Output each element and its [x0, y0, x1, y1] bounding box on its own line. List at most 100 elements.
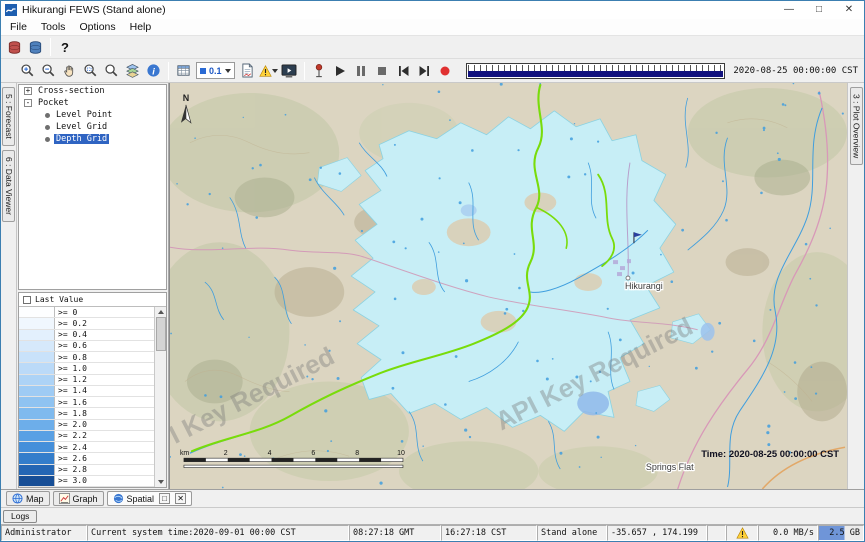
stop-button[interactable]: [372, 61, 393, 81]
legend-row: >= 1.2: [19, 375, 154, 386]
tree-row[interactable]: + Cross-section: [19, 85, 166, 97]
status-memory[interactable]: 2.5 GB: [818, 525, 864, 541]
zoom-in-button[interactable]: [17, 61, 38, 81]
legend-list: >= 0 >= 0.2 >= 0.4 >= 0.6 >= 0.8 >= 1.0 …: [19, 307, 154, 487]
menu-file[interactable]: File: [3, 19, 34, 35]
local-database-button[interactable]: [25, 37, 46, 57]
help-button[interactable]: ?: [55, 40, 75, 55]
pause-button[interactable]: [351, 61, 372, 81]
legend-row: >= 1.6: [19, 397, 154, 408]
close-button[interactable]: ✕: [834, 1, 864, 19]
legend-swatch: [19, 408, 55, 418]
record-button[interactable]: [435, 61, 456, 81]
right-dock-strip: 3 : Plot Overview: [847, 83, 864, 489]
layer-tree[interactable]: + Cross-section - Pocket Level Point Lev…: [18, 84, 167, 290]
legend-scrollbar[interactable]: [154, 307, 166, 487]
info-button[interactable]: i: [143, 61, 164, 81]
status-warning[interactable]: [726, 525, 758, 541]
bottom-tab-bar: Map Graph Spatial □ ✕: [1, 489, 864, 507]
zoom-rectangle-button[interactable]: [80, 61, 101, 81]
report-button[interactable]: [237, 61, 258, 81]
tab-spatial[interactable]: Spatial □ ✕: [107, 491, 193, 506]
menu-help[interactable]: Help: [123, 19, 159, 35]
tree-item-level-point[interactable]: Level Point: [54, 110, 114, 120]
legend-swatch: [19, 307, 55, 317]
legend-swatch: [19, 465, 55, 475]
title-bar[interactable]: Hikurangi FEWS (Stand alone) — □ ✕: [1, 1, 864, 19]
status-local-time: 16:27:18 CST: [441, 525, 537, 541]
scroll-up-icon[interactable]: [158, 310, 164, 314]
tab-forecast[interactable]: 5 : Forecast: [2, 87, 15, 146]
zoom-in-icon: [20, 63, 35, 78]
minimize-button[interactable]: —: [774, 1, 804, 19]
animation-display-button[interactable]: [279, 61, 300, 81]
tab-plot-overview[interactable]: 3 : Plot Overview: [850, 87, 863, 165]
legend-title: Last Value: [35, 295, 83, 304]
forecast-database-button[interactable]: [4, 37, 25, 57]
tree-row[interactable]: Level Point: [19, 109, 166, 121]
record-icon: [439, 65, 451, 77]
app-window: Hikurangi FEWS (Stand alone) — □ ✕ File …: [0, 0, 865, 542]
legend-swatch: [19, 431, 55, 441]
legend-row: >= 2.4: [19, 442, 154, 453]
layers-button[interactable]: [122, 61, 143, 81]
skip-to-start-button[interactable]: [393, 61, 414, 81]
restore-panel-button[interactable]: □: [159, 493, 170, 504]
status-spacer: [707, 525, 726, 541]
logs-button[interactable]: Logs: [3, 510, 37, 523]
maximize-button[interactable]: □: [804, 1, 834, 19]
legend-header: Last Value: [19, 293, 166, 307]
legend-row: >= 0.6: [19, 341, 154, 352]
zoom-rectangle-icon: [83, 63, 98, 78]
tree-row[interactable]: Depth Grid: [19, 133, 166, 145]
tab-graph[interactable]: Graph: [53, 491, 104, 506]
tree-item-depth-grid[interactable]: Depth Grid: [54, 134, 109, 144]
legend-label: >= 1.6: [55, 397, 87, 407]
tree-item-cross-section[interactable]: Cross-section: [36, 86, 107, 96]
scroll-down-icon[interactable]: [158, 480, 164, 484]
menu-options[interactable]: Options: [72, 19, 122, 35]
zoom-extent-button[interactable]: [101, 61, 122, 81]
logs-bar: Logs: [1, 507, 864, 524]
tree-item-pocket[interactable]: Pocket: [36, 98, 71, 108]
legend-label: >= 1.2: [55, 375, 87, 385]
map-canvas[interactable]: API Key Required API Key Required Hikura…: [170, 83, 847, 489]
status-user: Administrator: [1, 525, 87, 541]
grid-table-button[interactable]: [173, 61, 194, 81]
expand-icon[interactable]: +: [24, 87, 32, 95]
label-hikurangi: Hikurangi: [625, 281, 663, 291]
close-panel-button[interactable]: ✕: [175, 493, 186, 504]
legend-swatch: [19, 330, 55, 340]
legend-panel: Last Value >= 0 >= 0.2 >= 0.4 >= 0.6 >= …: [18, 292, 167, 488]
tab-map-label: Map: [26, 494, 44, 504]
tab-map[interactable]: Map: [6, 491, 50, 506]
tree-item-level-grid[interactable]: Level Grid: [54, 122, 109, 132]
time-slider-range: [468, 71, 724, 77]
skip-start-icon: [397, 65, 410, 77]
stop-icon: [376, 65, 388, 77]
map-view[interactable]: API Key Required API Key Required Hikura…: [169, 83, 847, 489]
grid-table-icon: [176, 63, 191, 78]
tree-row[interactable]: - Pocket: [19, 97, 166, 109]
legend-label: >= 2.0: [55, 420, 87, 430]
tab-data-viewer[interactable]: 6 : Data Viewer: [2, 150, 15, 222]
pan-button[interactable]: [59, 61, 80, 81]
play-button[interactable]: [330, 61, 351, 81]
time-slider[interactable]: [466, 63, 726, 79]
scrollbar-thumb[interactable]: [156, 317, 166, 351]
warnings-button[interactable]: [258, 61, 279, 81]
tree-row[interactable]: Level Grid: [19, 121, 166, 133]
main-toolbar: ?: [1, 36, 864, 59]
grid-resolution-select[interactable]: 0.1: [196, 62, 235, 79]
report-icon: [241, 63, 254, 78]
blue-database-icon: [28, 40, 43, 55]
status-bar: Administrator Current system time:2020-0…: [1, 524, 864, 541]
app-icon: [5, 4, 17, 16]
zoom-out-button[interactable]: [38, 61, 59, 81]
skip-to-end-button[interactable]: [414, 61, 435, 81]
set-time-marker-button[interactable]: [309, 61, 330, 81]
legend-label: >= 3.0: [55, 476, 87, 486]
menu-tools[interactable]: Tools: [34, 19, 73, 35]
last-value-checkbox[interactable]: [23, 296, 31, 304]
collapse-icon[interactable]: -: [24, 99, 32, 107]
